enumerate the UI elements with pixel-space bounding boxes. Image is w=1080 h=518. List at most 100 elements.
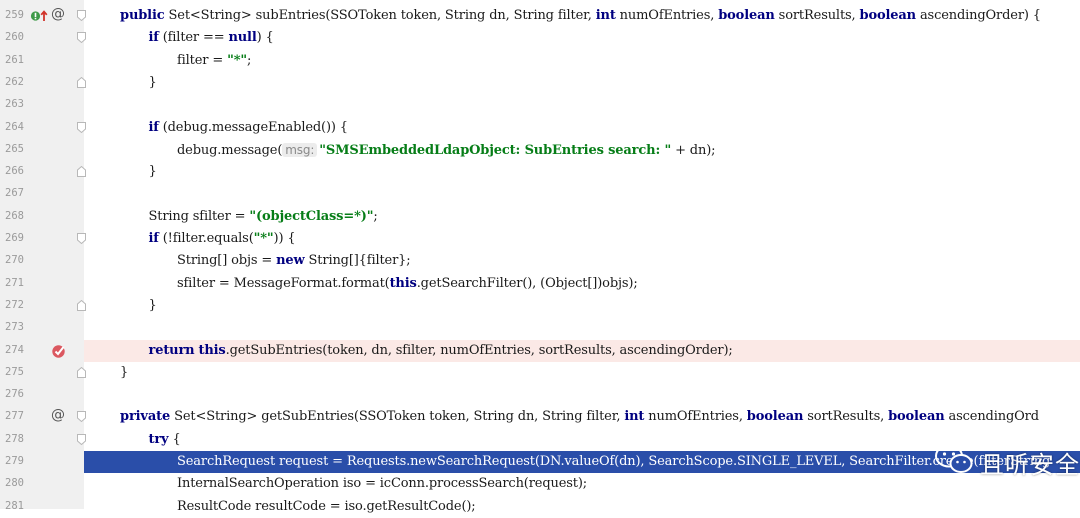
fold-start-icon[interactable] [77,233,86,244]
line-number: 267 [5,187,24,200]
line-number: 279 [5,455,24,467]
keyword-token: new [276,253,305,269]
code-text[interactable]: } [149,297,157,315]
code-token: sortResults, [774,8,860,23]
line-number: 273 [5,321,24,334]
code-text[interactable]: if (debug.messageEnabled()) { [148,119,349,137]
fold-start-icon[interactable] [77,121,86,133]
line-number: 276 [5,388,24,401]
code-text[interactable]: String sfilter = "(objectClass=*)"; [149,208,378,226]
code-token: + dn); [671,142,716,158]
code-token: Set<String> subEntries(SSOToken token, S… [164,8,596,23]
code-token: (!filter.equals( [158,231,254,246]
code-line[interactable]: 260 if (filter == null) { [0,27,1080,49]
code-line[interactable]: 267 [0,183,1080,205]
code-text[interactable]: filter = "*"; [177,52,251,70]
keyword-token: boolean [888,409,945,425]
code-text[interactable]: return this.getSubEntries(token, dn, sfi… [149,342,733,360]
code-token: ; [246,52,252,68]
keyword-token: public [120,8,165,23]
code-editor[interactable]: 259 @ public Set<String> subEntries(SSOTok… [0,0,1080,514]
code-line[interactable]: 275} [0,362,1080,384]
fold-start-icon[interactable] [77,10,86,21]
keyword-token: boolean [746,409,804,425]
line-number: 269 [5,232,24,244]
code-token: ascendingOrder) { [915,8,1041,23]
code-text[interactable]: if (!filter.equals("*")) { [149,230,296,248]
line-number: 260 [5,31,24,44]
breakpoint-icon[interactable] [51,343,67,363]
line-number: 272 [5,298,24,311]
parameter-hint: msg: [282,142,318,157]
code-text[interactable]: } [149,163,157,181]
watermark: 且听安全 [934,444,1080,480]
code-line[interactable]: 269 if (!filter.equals("*")) { [0,228,1080,250]
fold-end-icon[interactable] [77,76,86,88]
code-token: filter = [177,52,228,68]
code-line[interactable]: 272} [0,295,1080,317]
keyword-token: if [148,231,159,246]
code-line[interactable]: 259 @ public Set<String> subEntries(SSOTok… [0,5,1080,27]
implementing-method-icon[interactable] [30,8,50,27]
keyword-token: this [198,342,226,358]
code-text[interactable]: SearchRequest request = Requests.newSear… [177,453,1050,471]
code-token: sortResults, [803,409,889,425]
code-line[interactable]: 276 [0,384,1080,406]
code-text[interactable]: ResultCode resultCode = iso.getResultCod… [177,498,476,516]
code-line[interactable]: 270 String[] objs = new String[]{filter}; [0,250,1080,272]
code-line[interactable]: 274 return this.getSubEntries(token, dn, … [5,339,1080,362]
code-text[interactable]: } [120,364,128,382]
code-text[interactable]: try { [149,431,181,449]
code-text[interactable]: private Set<String> getSubEntries(SSOTok… [120,408,1039,426]
code-text[interactable]: InternalSearchOperation iso = icConn.pro… [177,475,587,493]
code-token: (debug.messageEnabled()) { [158,119,348,135]
line-number: 264 [5,120,24,133]
fold-start-icon[interactable] [77,433,86,445]
code-line[interactable]: 277 @ private Set<String> getSubEntries(SS… [0,406,1080,428]
code-line[interactable]: 281 ResultCode resultCode = iso.getResult… [0,496,1080,518]
code-token: ) { [256,30,274,46]
code-token: Set<String> getSubEntries(SSOToken token… [170,409,625,425]
code-token: String sfilter = [148,208,250,224]
code-token: { [168,431,181,447]
code-line[interactable]: 264 if (debug.messageEnabled()) { [0,117,1080,139]
code-token: } [148,74,157,90]
fold-end-icon[interactable] [77,366,86,378]
code-token: sfilter = MessageFormat.format( [177,275,390,291]
code-line[interactable]: 273 [0,317,1080,339]
keyword-token: return [148,342,195,358]
code-text[interactable]: String[] objs = new String[]{filter}; [177,252,411,270]
fold-start-icon[interactable] [77,32,86,44]
code-line[interactable]: 261 filter = "*"; [0,50,1080,72]
annotation-icon: @ [51,407,65,424]
code-text[interactable]: } [149,74,157,92]
code-line[interactable]: 268 String sfilter = "(objectClass=*)"; [0,206,1080,228]
code-line[interactable]: 280 InternalSearchOperation iso = icConn.… [0,473,1080,495]
code-text[interactable]: sfilter = MessageFormat.format(this.getS… [177,275,638,293]
fold-end-icon[interactable] [77,166,86,178]
code-token: ; [373,208,378,224]
code-line[interactable]: 271 sfilter = MessageFormat.format(this.g… [0,273,1080,295]
code-text[interactable]: if (filter == null) { [149,29,274,47]
keyword-token: int [595,8,616,23]
code-line[interactable]: 263 [0,94,1080,116]
keyword-token: if [148,30,159,46]
code-token: .getSearchFilter(), (Object[])objs); [416,275,638,291]
code-line[interactable]: 262} [0,72,1080,94]
code-line[interactable]: 265 debug.message(msg: "SMSEmbeddedLdapObj… [0,139,1080,161]
fold-end-icon[interactable] [77,299,86,311]
code-line[interactable]: 266} [0,161,1080,183]
code-line[interactable]: 279 SearchRequest request = Requests.newS… [5,451,1080,473]
fold-start-icon[interactable] [77,411,86,423]
keyword-token: boolean [859,8,917,23]
code-text[interactable]: public Set<String> subEntries(SSOToken t… [120,7,1041,25]
code-token: (filter == [158,30,229,46]
code-text[interactable]: debug.message(msg: "SMSEmbeddedLdapObject… [177,141,716,160]
keyword-token: if [148,119,159,135]
line-number: 266 [5,165,24,178]
line-number: 263 [5,98,24,111]
code-line[interactable]: 278 try { [0,429,1080,451]
annotation-icon: @ [51,6,65,22]
string-token: "*" [253,231,274,246]
code-token: String[] objs = [177,253,277,269]
